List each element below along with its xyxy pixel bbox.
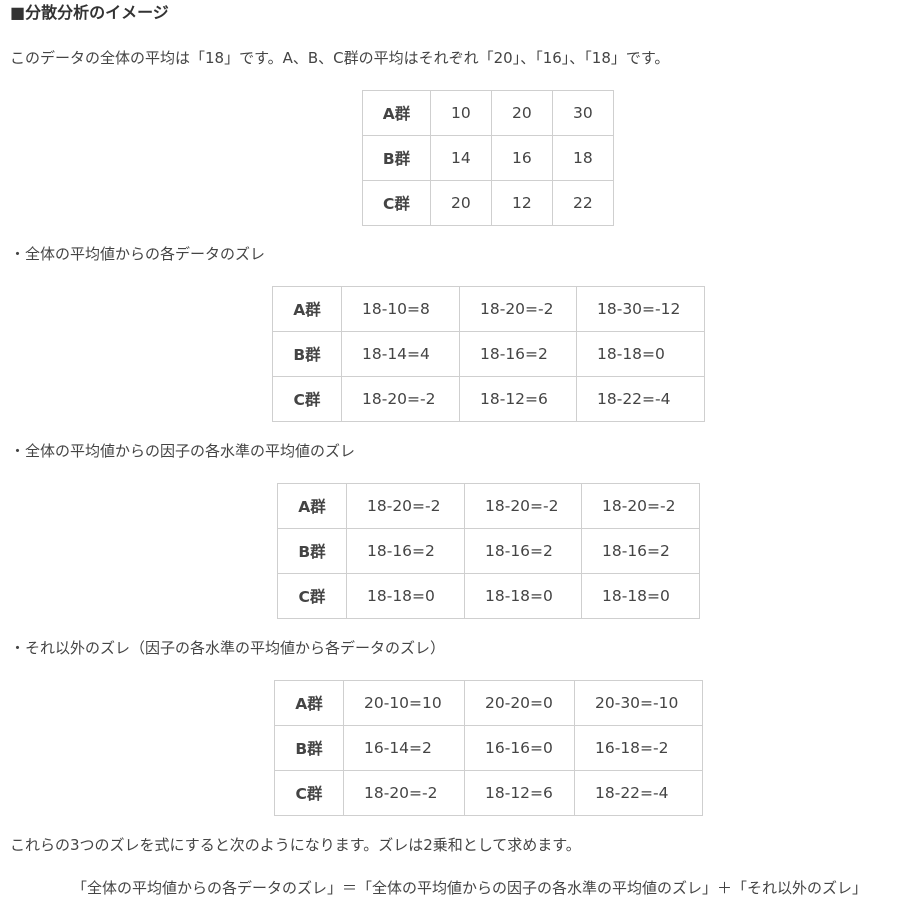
table-cell: 18 [552,135,614,181]
residual-deviation-table: A群 20-10=10 20-20=0 20-30=-10 B群 16-14=2… [274,680,703,816]
table-cell: 16-14=2 [343,725,465,771]
summary-paragraph: これらの3つのズレを式にすると次のようになります。ズレは2乗和として求めます。 [10,836,581,854]
table-cell: 18-20=-2 [343,770,465,816]
row-label: A群 [274,680,344,726]
table-cell: 18-22=-4 [576,376,705,422]
table-cell: 10 [430,90,492,136]
table-cell: 18-16=2 [581,528,700,574]
table-caption: ・全体の平均値からの各データのズレ [10,245,266,263]
data-table: A群 10 20 30 B群 14 16 18 C群 20 12 22 [362,90,614,226]
table-caption: ・それ以外のズレ（因子の各水準の平均値から各データのズレ） [10,639,446,657]
table-cell: 20-30=-10 [574,680,703,726]
row-label: C群 [272,376,342,422]
table-row: A群 20-10=10 20-20=0 20-30=-10 [274,680,703,726]
table-row: A群 10 20 30 [362,90,614,136]
table-cell: 20 [491,90,553,136]
row-label: B群 [274,725,344,771]
row-label: C群 [277,573,347,619]
table-row: C群 18-20=-2 18-12=6 18-22=-4 [274,770,703,816]
row-label: B群 [277,528,347,574]
table-cell: 16 [491,135,553,181]
table-cell: 16-16=0 [464,725,575,771]
table-row: B群 18-14=4 18-16=2 18-18=0 [272,331,705,377]
table-row: A群 18-20=-2 18-20=-2 18-20=-2 [277,483,700,529]
table-cell: 18-16=2 [346,528,465,574]
row-label: A群 [272,286,342,332]
table-cell: 18-10=8 [341,286,460,332]
table-cell: 14 [430,135,492,181]
table-cell: 12 [491,180,553,226]
table-cell: 18-20=-2 [459,286,577,332]
table-cell: 18-20=-2 [341,376,460,422]
row-label: B群 [272,331,342,377]
section-heading: ■分散分析のイメージ [10,3,169,22]
table-cell: 18-12=6 [459,376,577,422]
table-cell: 30 [552,90,614,136]
table-cell: 18-14=4 [341,331,460,377]
table-row: B群 18-16=2 18-16=2 18-16=2 [277,528,700,574]
table-cell: 18-16=2 [459,331,577,377]
table-cell: 20-10=10 [343,680,465,726]
table-cell: 18-18=0 [346,573,465,619]
row-label: B群 [362,135,431,181]
table-cell: 20-20=0 [464,680,575,726]
table-row: C群 18-18=0 18-18=0 18-18=0 [277,573,700,619]
intro-paragraph: このデータの全体の平均は「18」です。A、B、C群の平均はそれぞれ「20」、「1… [10,49,670,67]
table-row: A群 18-10=8 18-20=-2 18-30=-12 [272,286,705,332]
table-caption: ・全体の平均値からの因子の各水準の平均値のズレ [10,442,356,460]
row-label: A群 [362,90,431,136]
factor-deviation-table: A群 18-20=-2 18-20=-2 18-20=-2 B群 18-16=2… [277,483,700,619]
table-cell: 18-12=6 [464,770,575,816]
table-cell: 22 [552,180,614,226]
table-cell: 18-18=0 [464,573,582,619]
table-cell: 18-20=-2 [581,483,700,529]
table-cell: 16-18=-2 [574,725,703,771]
table-cell: 18-16=2 [464,528,582,574]
table-cell: 18-20=-2 [346,483,465,529]
table-row: C群 18-20=-2 18-12=6 18-22=-4 [272,376,705,422]
row-label: A群 [277,483,347,529]
table-cell: 18-20=-2 [464,483,582,529]
table-row: B群 16-14=2 16-16=0 16-18=-2 [274,725,703,771]
total-deviation-table: A群 18-10=8 18-20=-2 18-30=-12 B群 18-14=4… [272,286,705,422]
row-label: C群 [362,180,431,226]
table-row: B群 14 16 18 [362,135,614,181]
table-cell: 18-22=-4 [574,770,703,816]
table-cell: 18-18=0 [576,331,705,377]
table-cell: 18-18=0 [581,573,700,619]
table-cell: 20 [430,180,492,226]
row-label: C群 [274,770,344,816]
table-row: C群 20 12 22 [362,180,614,226]
table-cell: 18-30=-12 [576,286,705,332]
formula-line: 「全体の平均値からの各データのズレ」＝「全体の平均値からの因子の各水準の平均値の… [72,879,868,897]
